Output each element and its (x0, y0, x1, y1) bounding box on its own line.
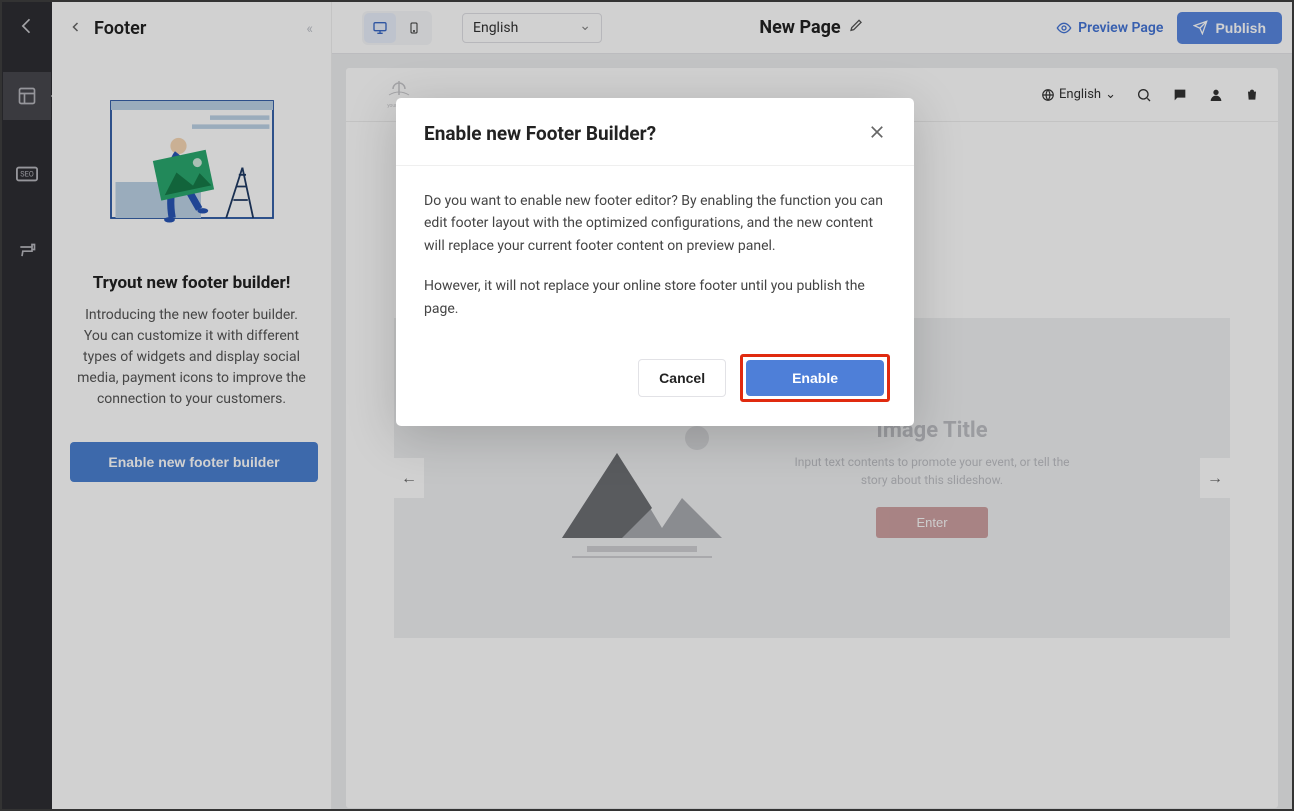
enable-button[interactable]: Enable (746, 360, 884, 396)
modal-body-paragraph-1: Do you want to enable new footer editor?… (424, 190, 886, 257)
enable-footer-modal: Enable new Footer Builder? Do you want t… (396, 98, 914, 426)
modal-body-paragraph-2: However, it will not replace your online… (424, 275, 886, 320)
close-icon[interactable] (868, 123, 886, 145)
cancel-button[interactable]: Cancel (638, 359, 726, 397)
enable-button-highlight: Enable (740, 354, 890, 402)
modal-title: Enable new Footer Builder? (424, 122, 868, 145)
